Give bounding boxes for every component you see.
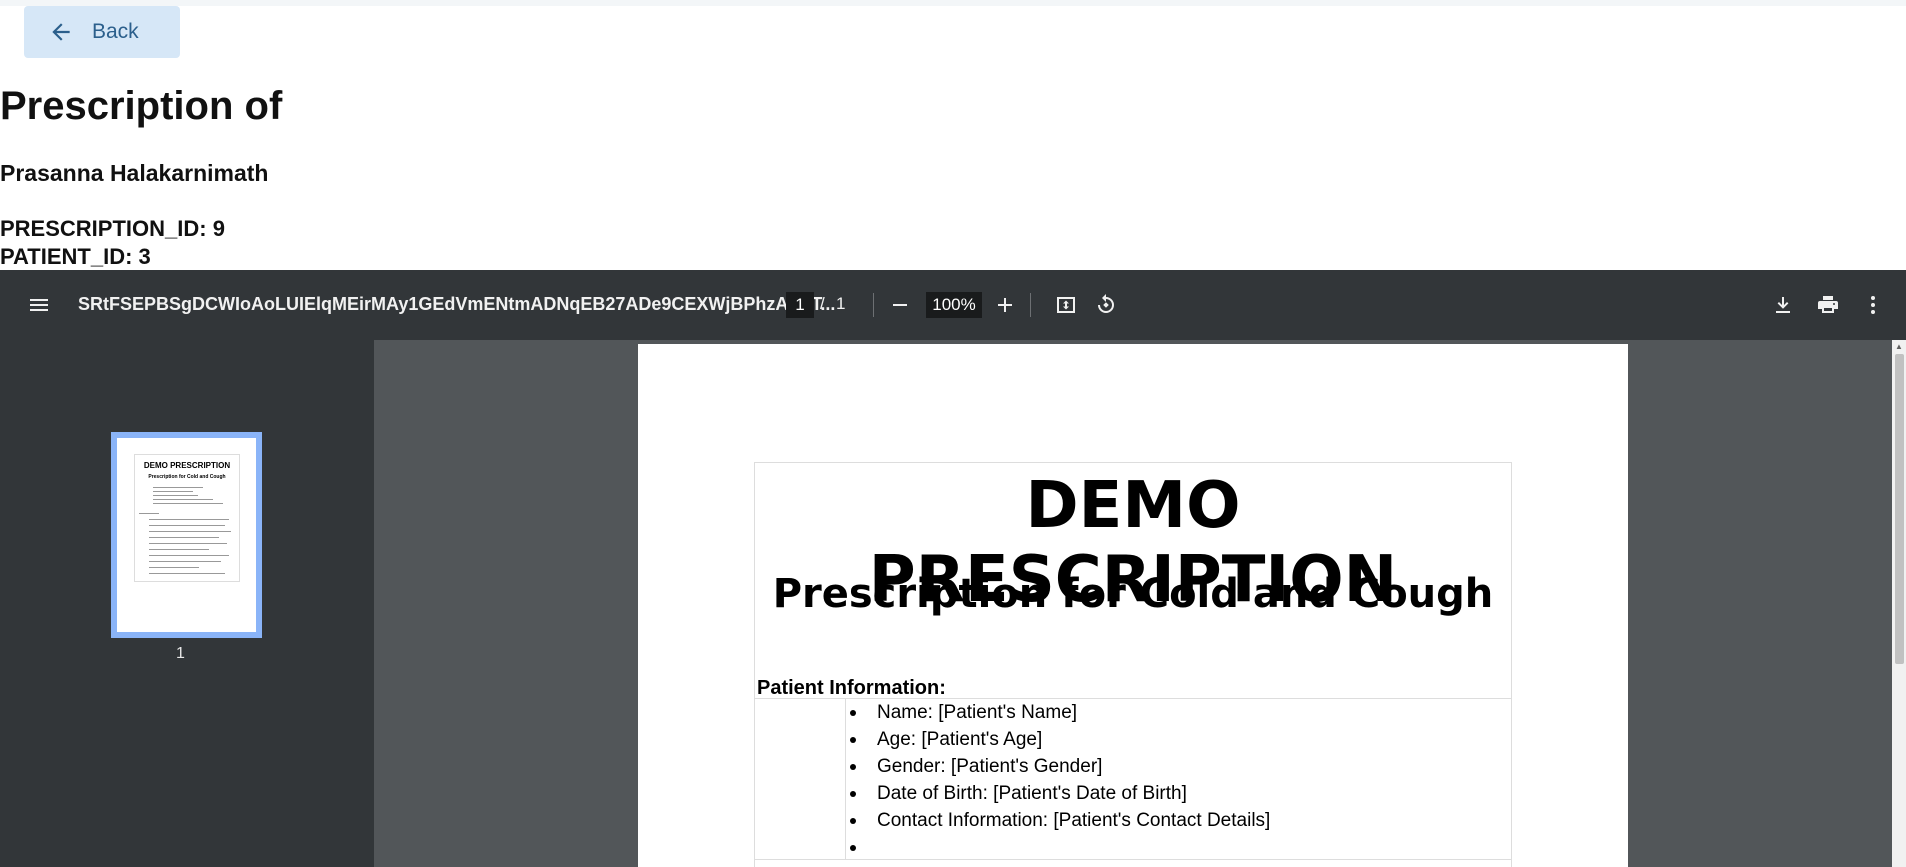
menu-icon[interactable]: [22, 288, 56, 322]
pdf-viewer: SRtFSEPBSgDCWIoAoLUIElqMEirMAy1GEdVmENtm…: [0, 270, 1906, 867]
toolbar-divider: [1030, 293, 1031, 317]
document-table: DEMO PRESCRIPTION Prescription for Cold …: [754, 462, 1512, 867]
scrollbar[interactable]: ▲: [1892, 340, 1906, 867]
back-button-label: Back: [92, 20, 139, 43]
thumbnail-text-line: [139, 513, 159, 514]
more-vert-icon[interactable]: [1856, 288, 1890, 322]
list-item: Age: [Patient's Age]: [845, 726, 1270, 753]
zoom-input[interactable]: 100%: [926, 292, 982, 318]
list-item: [845, 834, 1270, 861]
thumbnail-text-line: [149, 555, 229, 556]
pdf-toolbar: SRtFSEPBSgDCWIoAoLUIElqMEirMAy1GEdVmENtm…: [0, 270, 1906, 340]
rotate-icon[interactable]: [1089, 288, 1123, 322]
page-number-input[interactable]: 1: [786, 292, 814, 318]
patient-info-heading: Patient Information:: [757, 677, 946, 699]
back-button[interactable]: Back: [24, 6, 180, 58]
arrow-left-icon: [52, 23, 70, 41]
page-thumbnail[interactable]: DEMO PRESCRIPTION Prescription for Cold …: [111, 432, 262, 638]
page-separator: /: [820, 294, 825, 313]
thumbnail-text-line: [153, 499, 213, 500]
list-item: Gender: [Patient's Gender]: [845, 753, 1270, 780]
scrollbar-thumb[interactable]: [1895, 354, 1904, 664]
thumbnail-text-line: [149, 567, 199, 568]
thumbnail-text-line: [149, 519, 229, 520]
minus-icon[interactable]: [883, 288, 917, 322]
plus-icon[interactable]: [988, 288, 1022, 322]
thumbnail-content: DEMO PRESCRIPTION Prescription for Cold …: [134, 454, 240, 582]
fit-page-icon[interactable]: [1049, 288, 1083, 322]
thumbnail-text-line: [149, 549, 209, 550]
top-strip: [0, 0, 1906, 6]
thumbnail-text-line: [149, 525, 225, 526]
thumbnail-text-line: [153, 491, 193, 492]
list-item: Name: [Patient's Name]: [845, 699, 1270, 726]
patient-name: Prasanna Halakarnimath: [0, 160, 269, 186]
document-subheading: Prescription for Cold and Cough: [772, 571, 1494, 617]
prescription-id: PRESCRIPTION_ID: 9: [0, 216, 225, 241]
thumbnail-text-line: [149, 543, 227, 544]
thumbnail-text-line: [149, 531, 231, 532]
download-icon[interactable]: [1766, 288, 1800, 322]
table-divider: [755, 859, 1511, 860]
page-total: 1: [836, 294, 846, 313]
print-icon[interactable]: [1811, 288, 1845, 322]
scroll-up-icon[interactable]: ▲: [1895, 342, 1903, 351]
thumbnail-text-line: [149, 561, 221, 562]
thumbnail-text-line: [153, 503, 223, 504]
thumbnail-text-line: [149, 537, 219, 538]
thumbnail-sidebar: DEMO PRESCRIPTION Prescription for Cold …: [0, 340, 374, 867]
thumbnail-text-line: [149, 573, 225, 574]
toolbar-divider: [873, 293, 874, 317]
pdf-page: DEMO PRESCRIPTION Prescription for Cold …: [638, 344, 1628, 867]
thumbnail-text-line: [153, 495, 198, 496]
page-title: Prescription of: [0, 84, 283, 128]
document-file-name: SRtFSEPBSgDCWIoAoLUIElqMEirMAy1GEdVmENtm…: [78, 294, 836, 314]
thumbnail-heading: DEMO PRESCRIPTION: [143, 461, 231, 470]
patient-id: PATIENT_ID: 3: [0, 244, 151, 269]
thumbnail-subheading: Prescription for Cold and Cough: [148, 474, 226, 480]
thumbnail-text-line: [153, 487, 203, 488]
list-item: Date of Birth: [Patient's Date of Birth]: [845, 780, 1270, 807]
patient-info-list: Name: [Patient's Name] Age: [Patient's A…: [845, 699, 1270, 861]
thumbnail-page-number: 1: [176, 645, 185, 662]
list-item: Contact Information: [Patient's Contact …: [845, 807, 1270, 834]
